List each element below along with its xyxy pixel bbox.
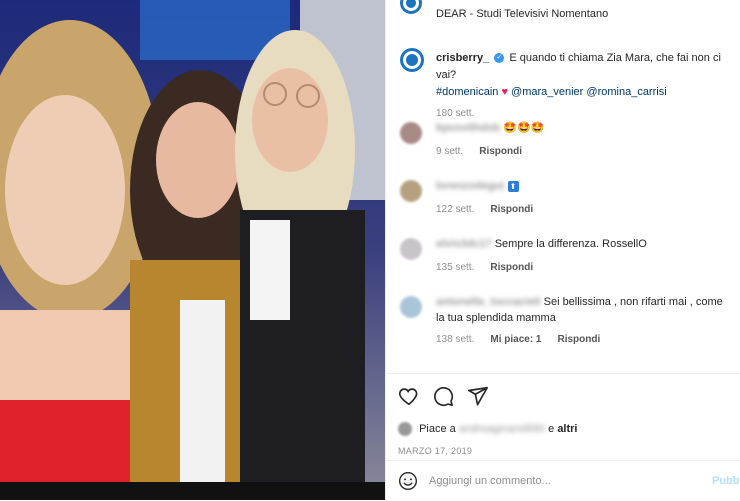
add-comment-row: Aggiungi un commento... Pubbli	[386, 460, 740, 501]
reply-button[interactable]: Rispondi	[558, 334, 601, 345]
like-heart-icon[interactable]	[398, 385, 422, 409]
comment-avatar[interactable]	[400, 296, 422, 318]
liker-avatar[interactable]	[398, 422, 412, 436]
comment-text: Sempre la differenza. RossellO	[494, 238, 647, 250]
comment-time: 122 sett.	[436, 204, 475, 215]
comment-time: 135 sett.	[436, 262, 475, 273]
liker-username[interactable]: andreaginarsilli90	[459, 423, 545, 435]
share-paper-plane-icon[interactable]	[467, 385, 491, 409]
heart-emoji-icon: ♥	[501, 86, 508, 98]
post-date: MARZO 17, 2019	[398, 446, 473, 456]
comment-time: 138 sett.	[436, 334, 475, 345]
hashtag-link[interactable]: #domenicain	[436, 86, 498, 98]
comment-avatar[interactable]	[400, 122, 422, 144]
mention-link-2[interactable]: @romina_carrisi	[586, 86, 666, 98]
action-bar	[398, 385, 497, 409]
caption-time: 180 sett.	[436, 108, 475, 119]
comment-username[interactable]: elvis3dc17	[436, 238, 492, 250]
post-panel: DEAR - Studi Televisivi Nomentano crisbe…	[385, 0, 740, 500]
emoji-smiley-icon[interactable]	[398, 471, 418, 496]
comment-avatar[interactable]	[400, 238, 422, 260]
mention-link-1[interactable]: @mara_venier	[511, 86, 583, 98]
reply-button[interactable]: Rispondi	[490, 204, 533, 215]
comment-text: 🤩🤩🤩	[503, 122, 545, 134]
comment-avatar[interactable]	[400, 180, 422, 202]
caption: crisberry_ ✓ E quando ti chiama Zia Mara…	[436, 50, 728, 122]
comment-username[interactable]: antonella_toccacieli	[436, 296, 541, 308]
location-label[interactable]: DEAR - Studi Televisivi Nomentano	[436, 8, 608, 20]
selfie-photo	[0, 0, 385, 500]
others-link[interactable]: altri	[557, 423, 577, 435]
reply-button[interactable]: Rispondi	[490, 262, 533, 273]
comment-time: 9 sett.	[436, 146, 464, 157]
comment-username[interactable]: lorenzodegui	[436, 180, 504, 192]
post-header: DEAR - Studi Televisivi Nomentano	[386, 0, 740, 28]
caption-username[interactable]: crisberry_	[436, 52, 489, 64]
comment-username[interactable]: bpvsv0hdsb	[436, 122, 500, 134]
reply-button[interactable]: Rispondi	[479, 146, 522, 157]
likes-summary: Piace a andreaginarsilli90 e altri	[398, 422, 578, 436]
profile-avatar[interactable]	[400, 0, 422, 14]
comment-bubble-icon[interactable]	[432, 385, 456, 409]
likes-prefix: Piace a	[419, 422, 456, 435]
likes-middle: e	[548, 422, 555, 435]
comment-likes[interactable]: Mi piace: 1	[490, 334, 541, 345]
comment-input[interactable]: Aggiungi un commento...	[429, 475, 551, 487]
post-button[interactable]: Pubbli	[712, 475, 740, 487]
blue-square-emoji-icon: ⬆	[507, 180, 519, 192]
verified-badge-icon: ✓	[494, 53, 505, 64]
divider	[386, 373, 740, 374]
caption-avatar[interactable]	[400, 48, 424, 72]
